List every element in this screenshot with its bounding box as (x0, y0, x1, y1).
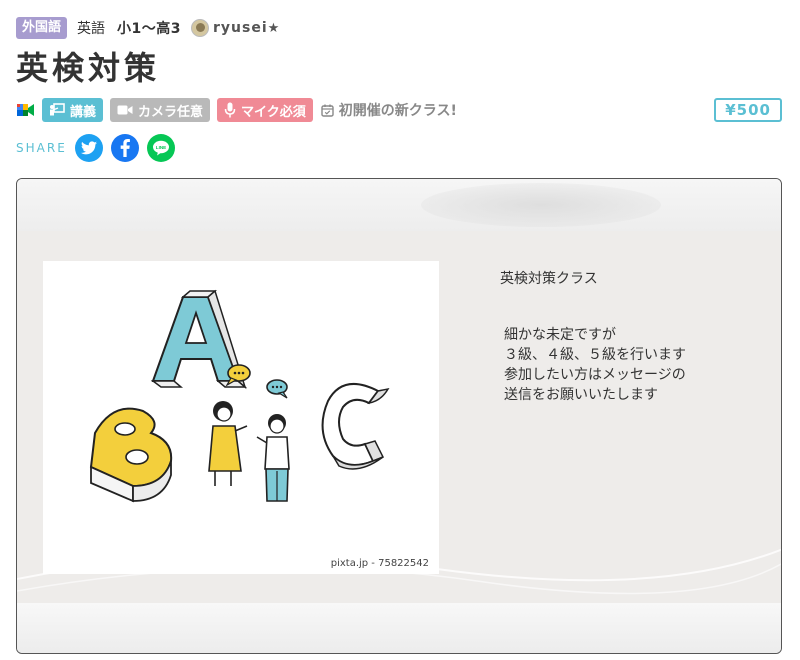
mic-label: マイク必須 (241, 104, 306, 120)
teacher-avatar (191, 19, 209, 37)
boy-figure (256, 414, 290, 502)
card-top-band (17, 179, 781, 231)
class-description: 英検対策クラス 細かな未定ですが ３級、４級、５級を行います 参加したい方はメッ… (500, 269, 760, 405)
description-line: 参加したい方はメッセージの (504, 367, 686, 383)
lecture-label: 講義 (70, 104, 97, 120)
twitter-share-button[interactable] (74, 134, 103, 162)
card-bottom-band (17, 603, 781, 653)
lecture-tag: 講義 (42, 98, 104, 122)
facebook-share-button[interactable] (110, 134, 139, 162)
page-title: 英検対策 (16, 49, 161, 87)
line-icon: LINE (152, 140, 169, 156)
google-meet-icon (16, 101, 36, 119)
grade-range: 小1〜高3 (117, 21, 181, 37)
class-image-card: pixta.jp - 75822542 英検対策クラス 細かな未定ですが ３級、… (16, 178, 782, 654)
price-badge: ¥500 (714, 98, 782, 122)
video-camera-icon (117, 105, 133, 115)
svg-text:LINE: LINE (156, 145, 166, 150)
speech-bubble-right (266, 379, 288, 399)
star-icon: ★ (267, 20, 280, 36)
camera-label: カメラ任意 (138, 104, 204, 120)
image-credit: pixta.jp - 75822542 (330, 558, 429, 569)
category-badge[interactable]: 外国語 (16, 17, 68, 39)
teacher-name: ryusei (213, 20, 268, 36)
description-line: 細かな未定ですが (504, 327, 616, 343)
share-label: SHARE (16, 141, 67, 155)
teacher-link[interactable]: ryusei ★ (191, 19, 279, 37)
abc-illustration: pixta.jp - 75822542 (43, 261, 439, 574)
class-meta-row: 外国語 英語 小1〜高3 ryusei ★ (16, 16, 279, 40)
class-tags-row: 講義 カメラ任意 マイク必須 初開催の新クラス! ¥500 (16, 97, 784, 123)
microphone-icon (224, 102, 236, 118)
letter-b-block (89, 407, 173, 503)
description-body: 細かな未定ですが ３級、４級、５級を行います 参加したい方はメッセージの 送信を… (504, 325, 760, 405)
share-row: SHARE LINE (16, 133, 183, 163)
girl-figure (208, 401, 248, 486)
line-share-button[interactable]: LINE (146, 134, 175, 162)
calendar-icon (321, 104, 334, 117)
description-title: 英検対策クラス (500, 271, 598, 287)
subject-label[interactable]: 英語 (77, 18, 105, 38)
first-class-label: 初開催の新クラス! (338, 103, 457, 119)
facebook-icon (120, 139, 130, 157)
mic-tag: マイク必須 (217, 98, 313, 122)
description-line: ３級、４級、５級を行います (504, 347, 686, 363)
description-line: 送信をお願いいたします (504, 387, 658, 403)
letter-c-block (321, 383, 390, 470)
presentation-icon (50, 103, 65, 116)
first-class-notice: 初開催の新クラス! (321, 100, 457, 120)
camera-tag: カメラ任意 (110, 98, 211, 122)
twitter-icon (80, 141, 97, 155)
